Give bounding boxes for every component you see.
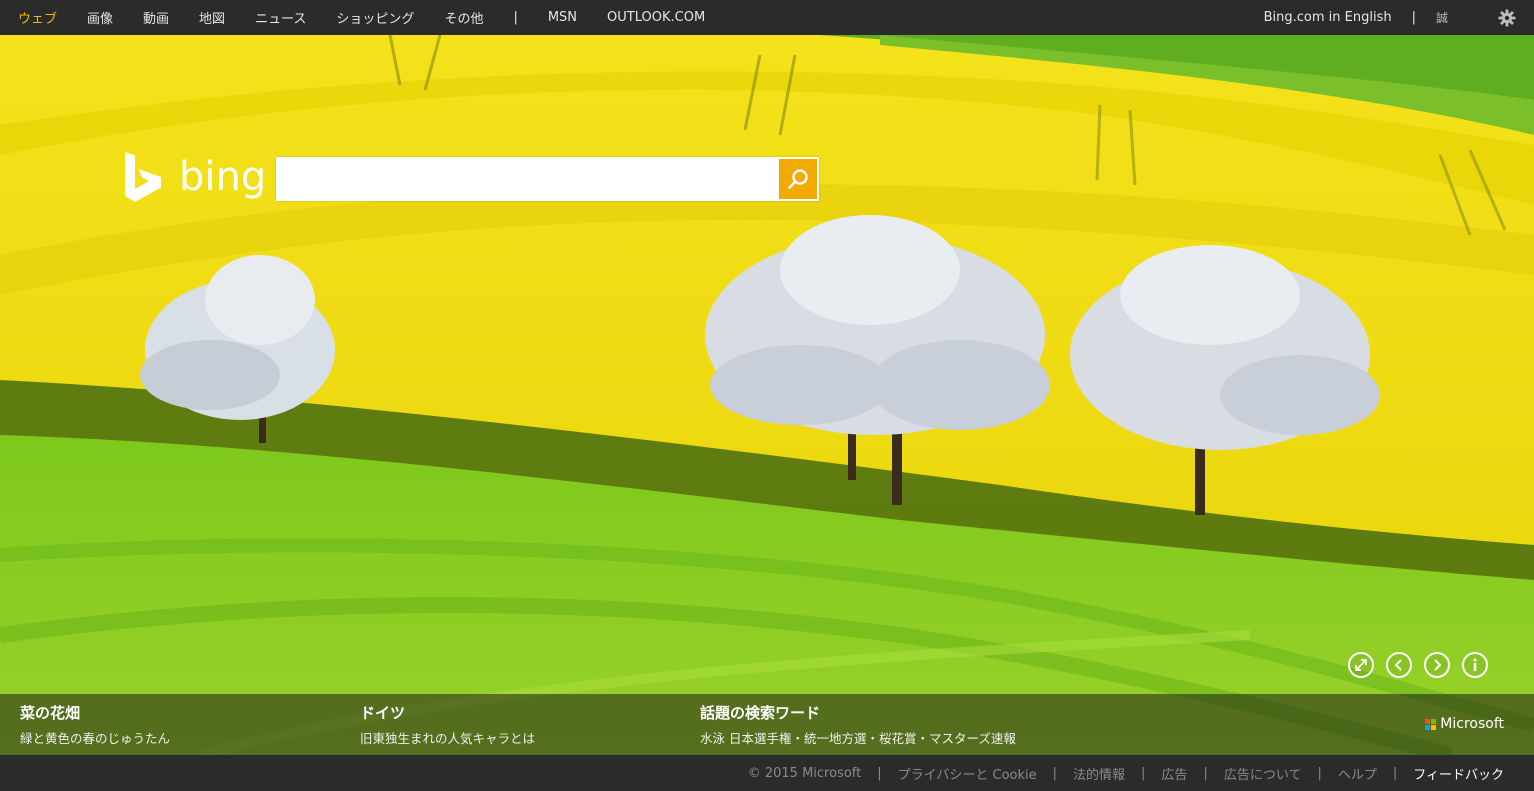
search-button[interactable]	[779, 159, 817, 199]
footer-separator: |	[1052, 765, 1058, 781]
nav-web[interactable]: ウェブ	[18, 8, 57, 27]
card-germany[interactable]: ドイツ 旧東独生まれの人気キャラとは	[360, 702, 535, 747]
gear-icon[interactable]	[1498, 9, 1516, 27]
nav-right-separator: |	[1411, 10, 1416, 25]
user-name[interactable]: 誠	[1436, 9, 1448, 26]
footer-legal[interactable]: 法的情報	[1073, 764, 1125, 783]
card-image-info[interactable]: 菜の花畑 緑と黄色の春のじゅうたん	[20, 702, 170, 747]
background-image	[0, 35, 1534, 755]
card-subtitle[interactable]: 水泳 日本選手権・統一地方選・桜花賞・マスターズ速報	[700, 728, 1016, 747]
microsoft-brand[interactable]: Microsoft	[1425, 716, 1504, 732]
card-subtitle[interactable]: 緑と黄色の春のじゅうたん	[20, 728, 170, 747]
info-icon[interactable]	[1462, 652, 1488, 678]
logo-text: bing	[179, 154, 267, 200]
english-link[interactable]: Bing.com in English	[1264, 10, 1392, 25]
microsoft-label: Microsoft	[1440, 716, 1504, 732]
nav-right: Bing.com in English | 誠	[1264, 0, 1516, 35]
footer-help[interactable]: ヘルプ	[1338, 764, 1377, 783]
footer-separator: |	[1317, 765, 1322, 781]
nav-links: ウェブ 画像 動画 地図 ニュース ショッピング その他 | MSN OUTLO…	[18, 0, 735, 35]
card-title[interactable]: 菜の花畑	[20, 702, 170, 723]
landscape-illustration	[0, 35, 1534, 755]
prev-icon[interactable]	[1386, 652, 1412, 678]
nav-separator: |	[513, 10, 518, 25]
card-subtitle[interactable]: 旧東独生まれの人気キャラとは	[360, 728, 535, 747]
footer-separator: |	[1392, 765, 1398, 781]
footer-privacy[interactable]: プライバシーと Cookie	[898, 764, 1037, 783]
card-trending[interactable]: 話題の検索ワード 水泳 日本選手権・統一地方選・桜花賞・マスターズ速報	[700, 702, 1016, 747]
footer-separator: |	[877, 765, 882, 781]
expand-icon[interactable]	[1348, 652, 1374, 678]
next-icon[interactable]	[1424, 652, 1450, 678]
nav-shopping[interactable]: ショッピング	[336, 8, 414, 27]
nav-maps[interactable]: 地図	[199, 8, 225, 27]
card-title[interactable]: ドイツ	[360, 702, 535, 723]
footer-separator: |	[1203, 765, 1208, 781]
nav-news[interactable]: ニュース	[255, 8, 306, 27]
footer-separator: |	[1141, 765, 1146, 781]
image-controls	[1336, 652, 1488, 678]
top-nav: ウェブ 画像 動画 地図 ニュース ショッピング その他 | MSN OUTLO…	[0, 0, 1534, 35]
nav-msn[interactable]: MSN	[548, 10, 577, 25]
nav-images[interactable]: 画像	[87, 8, 113, 27]
footer-links: © 2015 Microsoft | プライバシーと Cookie | 法的情報…	[748, 755, 1504, 791]
footer-ads[interactable]: 広告	[1161, 764, 1187, 783]
info-strip: 菜の花畑 緑と黄色の春のじゅうたん ドイツ 旧東独生まれの人気キャラとは 話題の…	[0, 694, 1534, 755]
search-input[interactable]	[276, 157, 776, 201]
search-box	[276, 157, 819, 201]
footer: © 2015 Microsoft | プライバシーと Cookie | 法的情報…	[0, 755, 1534, 791]
nav-videos[interactable]: 動画	[143, 8, 169, 27]
search-icon	[788, 169, 808, 189]
nav-more[interactable]: その他	[444, 8, 483, 27]
footer-about-ads[interactable]: 広告について	[1224, 764, 1302, 783]
copyright: © 2015 Microsoft	[747, 765, 862, 781]
bing-logo-icon	[125, 152, 161, 202]
card-title[interactable]: 話題の検索ワード	[700, 702, 1016, 723]
nav-outlook[interactable]: OUTLOOK.COM	[607, 10, 705, 25]
bing-logo[interactable]: bing	[123, 152, 266, 202]
microsoft-logo-icon	[1425, 718, 1437, 730]
footer-feedback[interactable]: フィードバック	[1413, 764, 1504, 783]
